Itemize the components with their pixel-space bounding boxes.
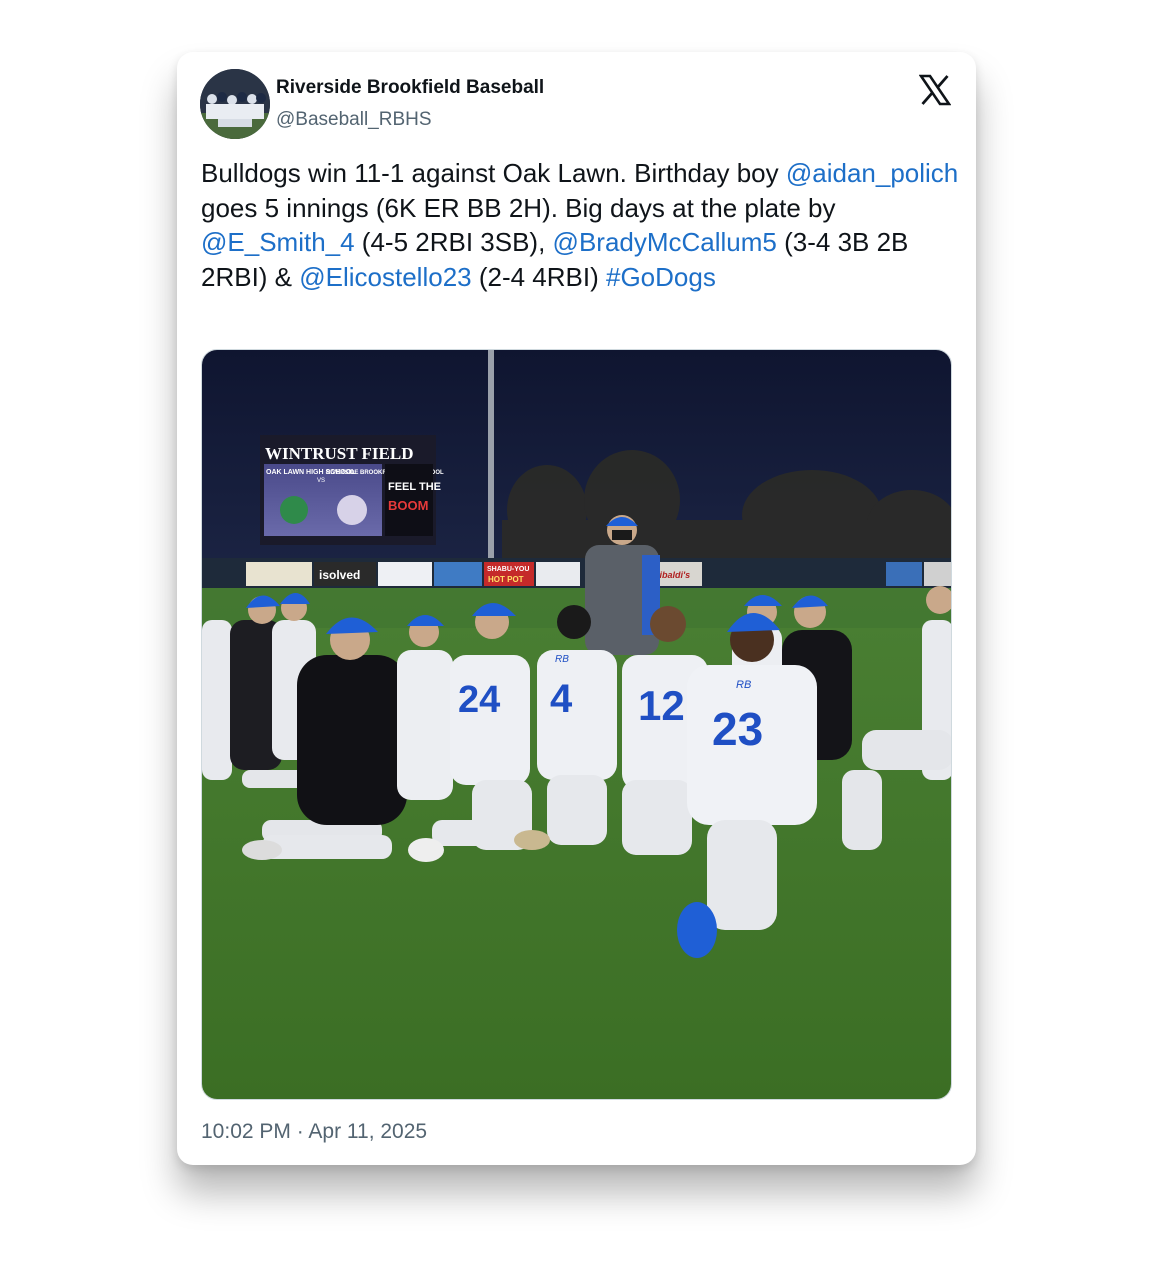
author-name[interactable]: Riverside Brookfield Baseball bbox=[276, 77, 544, 99]
tweet-text-segment: goes 5 innings (6K ER BB 2H). Big days a… bbox=[201, 192, 836, 223]
jersey-letters: RB bbox=[736, 679, 751, 691]
tweet-text-segment: (4-5 2RBI 3SB), bbox=[354, 227, 553, 257]
x-logo-icon[interactable] bbox=[918, 74, 952, 106]
tweet-text: Bulldogs win 11-1 against Oak Lawn. Birt… bbox=[201, 156, 961, 294]
scoreboard-title: WINTRUST FIELD bbox=[265, 444, 413, 463]
jersey-letters: RB bbox=[555, 654, 569, 665]
ad-isolved: isolved bbox=[319, 568, 360, 582]
scoreboard-slogan-bottom: BOOM bbox=[388, 498, 428, 513]
tweet-photo[interactable]: WINTRUST FIELD OAK LAWN HIGH SCHOOL VS R… bbox=[201, 349, 952, 1100]
author-handle[interactable]: @Baseball_RBHS bbox=[276, 109, 432, 131]
jersey-number: 12 bbox=[638, 682, 685, 729]
mention-link[interactable]: @E_Smith_4 bbox=[201, 227, 355, 257]
tweet-text-segment: Bulldogs win 11-1 against Oak Lawn. Birt… bbox=[201, 158, 786, 188]
hashtag-link[interactable]: #GoDogs bbox=[606, 262, 716, 292]
scoreboard: WINTRUST FIELD OAK LAWN HIGH SCHOOL VS R… bbox=[260, 435, 444, 545]
tweet-timestamp[interactable]: 10:02 PM · Apr 11, 2025 bbox=[201, 1120, 427, 1144]
jersey-number: 4 bbox=[550, 677, 573, 721]
team-photo-avatar[interactable] bbox=[200, 69, 270, 139]
jersey-number: 24 bbox=[458, 679, 500, 721]
jersey-number: 23 bbox=[712, 703, 763, 755]
scoreboard-slogan-top: FEEL THE bbox=[388, 481, 441, 493]
ad-hotpot: HOT POT bbox=[488, 575, 524, 584]
mention-link[interactable]: @aidan_polich bbox=[786, 158, 958, 188]
ad-shabu: SHABU-YOU bbox=[487, 566, 529, 573]
mention-link[interactable]: @Elicostello23 bbox=[299, 262, 471, 292]
mention-link[interactable]: @BradyMcCallum5 bbox=[553, 227, 777, 257]
scoreboard-versus: VS bbox=[317, 478, 325, 484]
tweet-card: Riverside Brookfield Baseball @Baseball_… bbox=[177, 52, 976, 1165]
tweet-text-segment: (2-4 4RBI) bbox=[471, 261, 606, 292]
